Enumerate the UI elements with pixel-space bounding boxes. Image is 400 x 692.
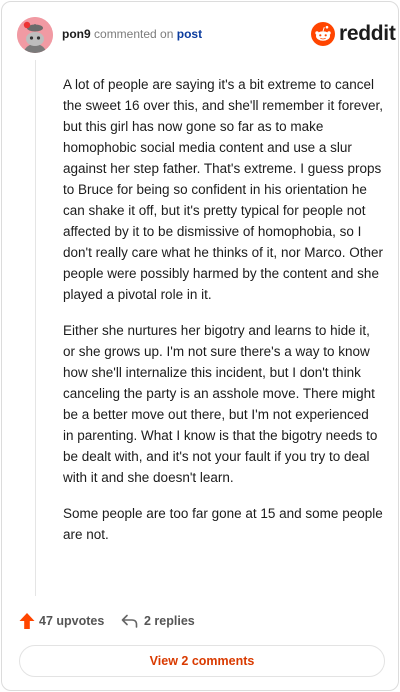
comment-meta: pon9 commented on post <box>62 27 202 41</box>
comment-paragraph: Some people are too far gone at 15 and s… <box>63 506 383 542</box>
commented-on-text: commented on <box>94 27 174 41</box>
comment-paragraph: Either she nurtures her bigotry and lear… <box>63 323 378 485</box>
comment-body: A lot of people are saying it's a bit ex… <box>63 74 383 560</box>
comment-header: pon9 commented on post reddit <box>17 17 396 53</box>
view-comments-button[interactable]: View 2 comments <box>19 645 385 677</box>
post-link[interactable]: post <box>177 27 202 41</box>
thread-line[interactable] <box>35 60 36 596</box>
username[interactable]: pon9 <box>62 27 91 41</box>
reddit-brand[interactable]: reddit <box>311 21 396 47</box>
comment-actions: 47 upvotes 2 replies <box>19 609 379 633</box>
replies-button[interactable]: 2 replies <box>121 609 195 633</box>
upvote-arrow-icon <box>19 613 35 629</box>
comment-card: pon9 commented on post reddit A lot of p… <box>1 1 399 691</box>
reply-count: 2 replies <box>144 614 195 628</box>
reddit-logo-icon <box>311 22 335 46</box>
reddit-wordmark: reddit <box>339 22 396 45</box>
snoo-avatar-icon <box>17 17 53 53</box>
reply-arrow-icon <box>121 614 138 628</box>
avatar[interactable] <box>17 17 53 53</box>
comment-paragraph: A lot of people are saying it's a bit ex… <box>63 77 383 302</box>
upvote-count: 47 upvotes <box>39 614 105 628</box>
upvote-button[interactable]: 47 upvotes <box>19 609 104 633</box>
